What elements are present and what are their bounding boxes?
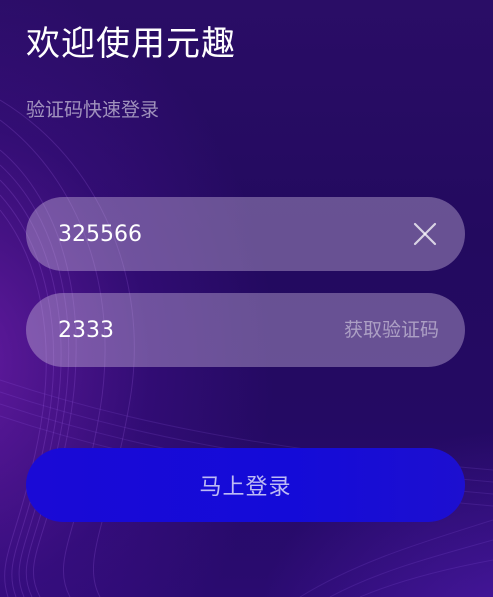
verification-code-input[interactable] [58,293,358,367]
page-subtitle: 验证码快速登录 [26,99,160,121]
page-title: 欢迎使用元趣 [26,24,236,64]
get-code-button[interactable]: 获取验证码 [344,293,439,367]
phone-field [26,197,465,271]
login-button[interactable]: 马上登录 [26,448,465,522]
phone-input[interactable] [58,197,358,271]
clear-phone-button[interactable] [411,220,439,248]
close-icon [413,222,437,246]
code-field: 获取验证码 [26,293,465,367]
